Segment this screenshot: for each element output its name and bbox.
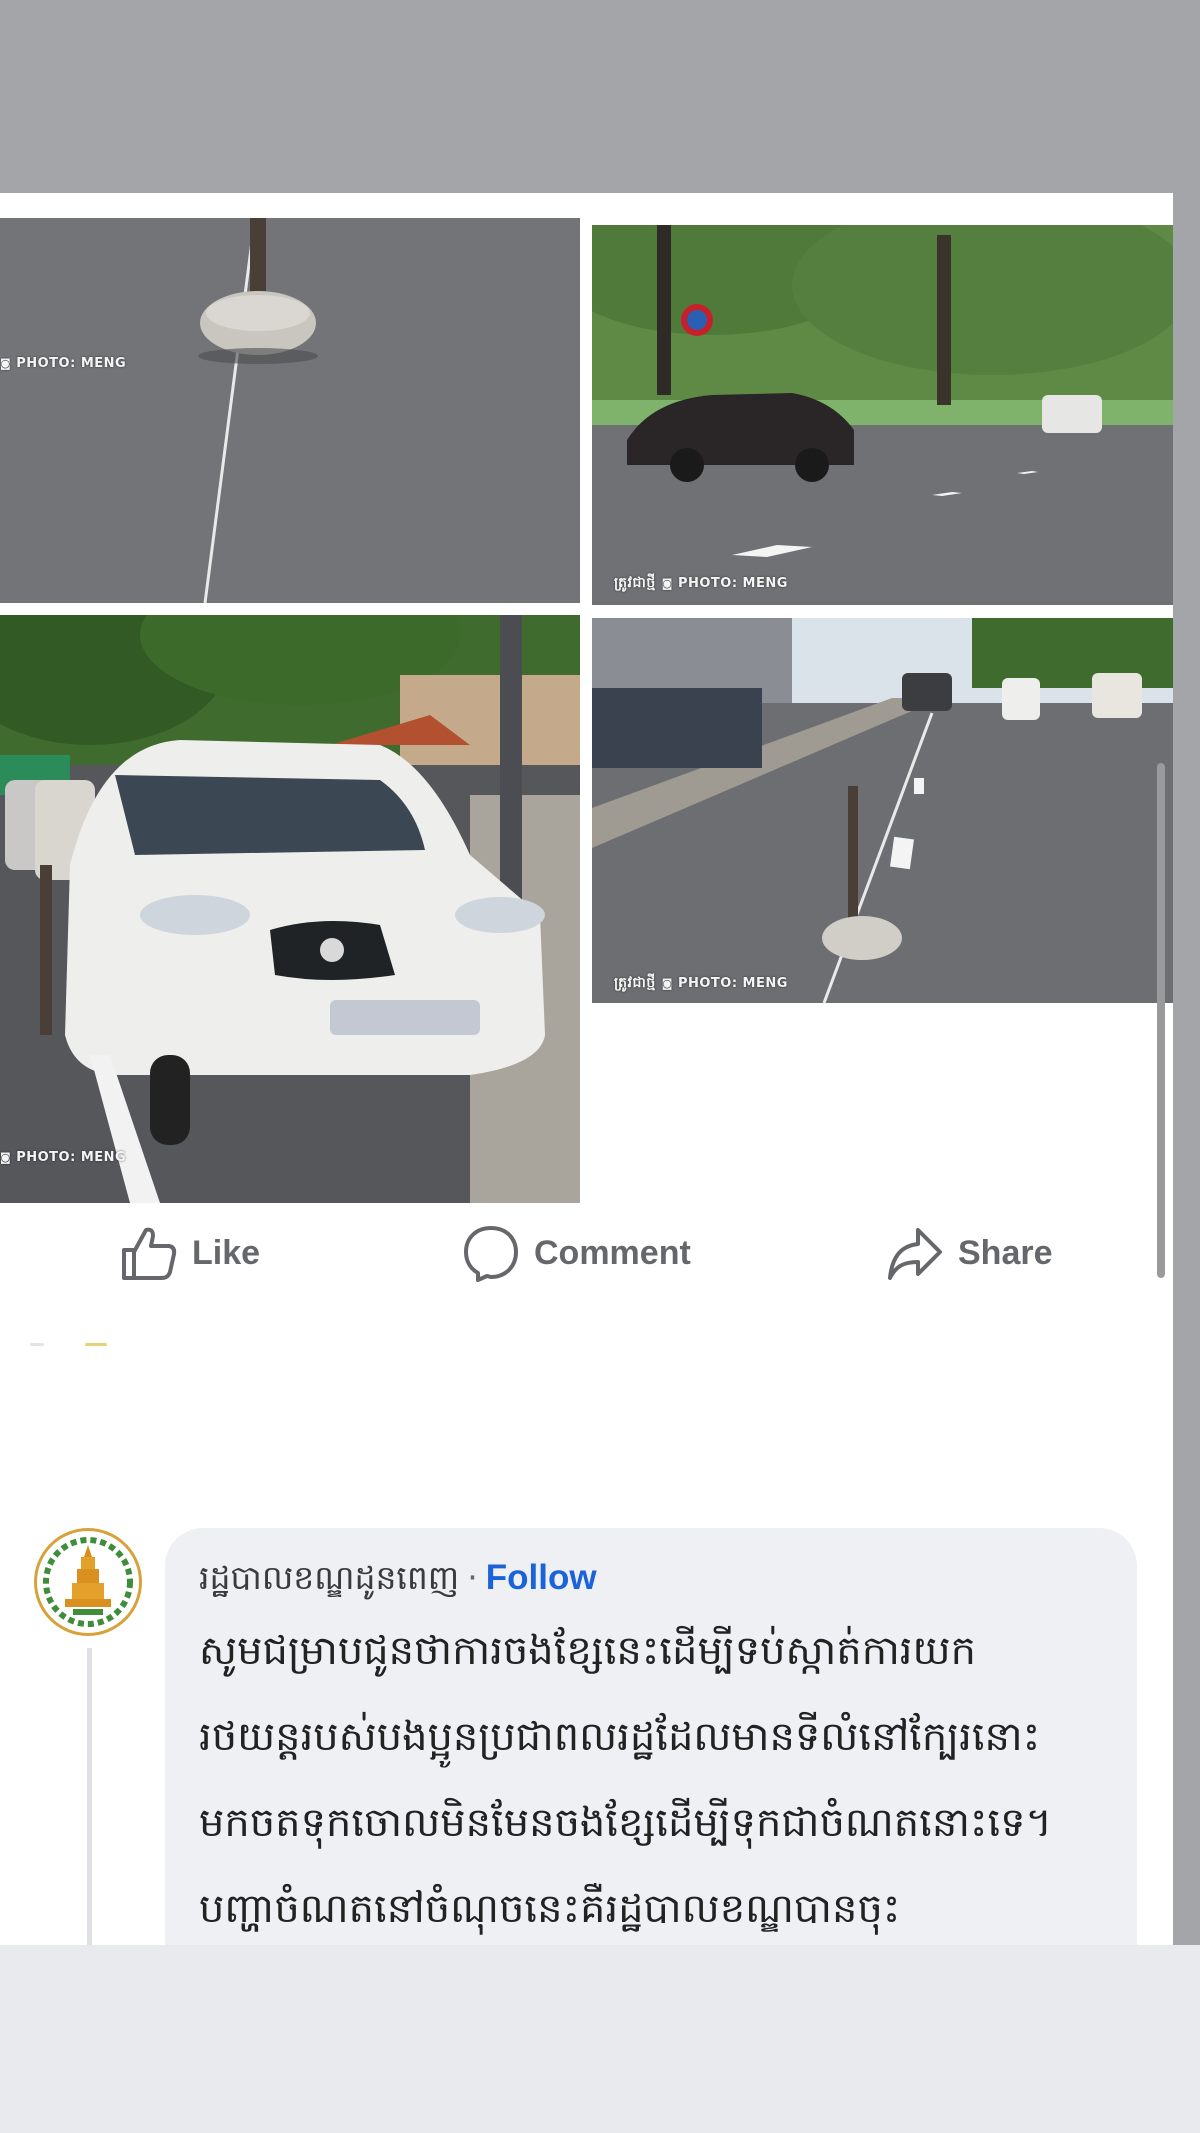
watermark-text: PHOTO: MENG	[677, 976, 788, 991]
post-photo-2[interactable]: ត្រូវជាថ្មី ◙ PHOTO: MENG	[592, 225, 1173, 605]
dimmed-overlay-top	[0, 0, 1200, 193]
divider-fragment	[85, 1343, 107, 1346]
like-button[interactable]: Like	[120, 1203, 260, 1303]
comment-body: សូមជម្រាបជូនថាការចងខ្សែនេះដើម្បីទប់ស្កាត…	[199, 1628, 1052, 1932]
watermark-text: PHOTO: MENG	[16, 356, 127, 371]
thumbs-up-icon	[122, 1227, 177, 1280]
share-button[interactable]: Share	[886, 1203, 1053, 1303]
commenter-avatar[interactable]	[34, 1528, 142, 1636]
watermark-text: PHOTO: MENG	[677, 576, 788, 591]
post-card: ◙ PHOTO: MENG ត្រូវជាថ្មី◙ PHOTO: MENG	[0, 193, 1173, 1945]
divider-fragment	[30, 1343, 44, 1346]
separator-dot: ·	[467, 1558, 478, 1597]
watermark-text: PHOTO: MENG	[16, 1150, 127, 1165]
follow-button[interactable]: Follow	[486, 1556, 597, 1600]
share-label: Share	[958, 1233, 1053, 1272]
comment-button[interactable]: Comment	[462, 1203, 691, 1303]
comment-header: រដ្ឋបាលខណ្ឌដូនពេញ · Follow	[199, 1556, 1103, 1600]
post-photo-3[interactable]: ◙ PHOTO: MENG	[0, 615, 580, 1203]
post-photo-1[interactable]: ◙ PHOTO: MENG	[0, 218, 580, 603]
watermark-brand: ត្រូវជាថ្មី	[614, 575, 656, 591]
post-action-bar: Like Comment Share	[0, 1203, 1173, 1303]
watermark-brand: ត្រូវជាថ្មី	[614, 975, 656, 991]
comment-label: Comment	[534, 1233, 691, 1272]
scrollbar[interactable]	[1157, 763, 1165, 1278]
comment-author[interactable]: រដ្ឋបាលខណ្ឌដូនពេញ	[199, 1556, 459, 1600]
comment-bubble: រដ្ឋបាលខណ្ឌដូនពេញ · Follow សូមជម្រាបជូនថ…	[165, 1528, 1137, 1945]
thread-line	[87, 1648, 92, 1945]
post-photo-4[interactable]: ត្រូវជាថ្មី ◙ PHOTO: MENG	[592, 618, 1173, 1003]
share-arrow-icon	[888, 1228, 942, 1280]
district-emblem-icon	[38, 1532, 138, 1632]
dimmed-overlay-bottom	[0, 1945, 1200, 2133]
speech-bubble-icon	[464, 1226, 518, 1282]
like-label: Like	[192, 1233, 261, 1272]
